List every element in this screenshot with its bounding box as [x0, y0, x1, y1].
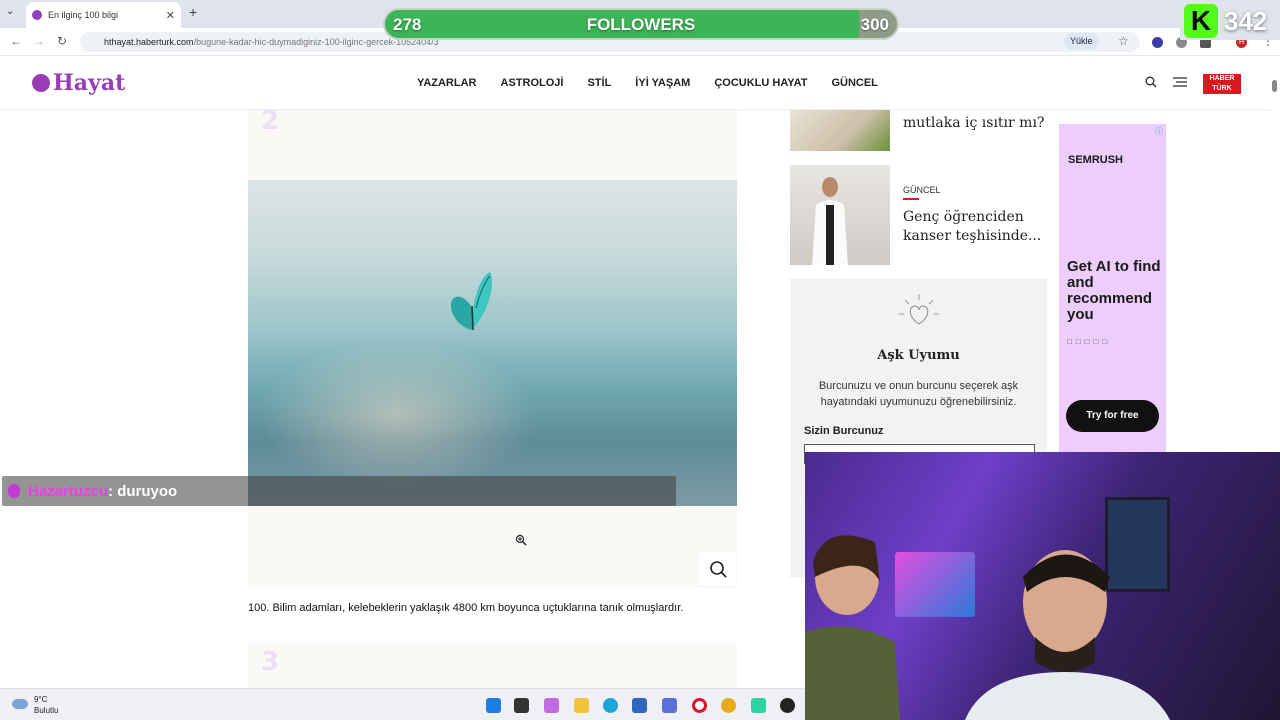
- chrome-icon[interactable]: [721, 698, 736, 713]
- ad-brand: SEMRUSH: [1068, 154, 1124, 166]
- edge-icon[interactable]: [603, 698, 618, 713]
- back-arrow-icon[interactable]: ←: [10, 34, 22, 48]
- sidebar-item-title[interactable]: mutlaka iç ısıtır mı?: [903, 114, 1044, 133]
- app-icon[interactable]: [662, 698, 677, 713]
- item-number: 2: [261, 106, 280, 136]
- cloud-icon: [12, 699, 28, 709]
- stream-chat-message: Hazartuzcu : duruyoo: [2, 476, 676, 506]
- menu-item-cocuklu-hayat[interactable]: ÇOCUKLU HAYAT: [714, 77, 807, 89]
- file-explorer-icon[interactable]: [574, 698, 589, 713]
- zoom-cursor-icon: [515, 534, 527, 549]
- store-icon[interactable]: [632, 698, 647, 713]
- start-windows-icon[interactable]: [486, 698, 501, 713]
- sign-select-label: Sizin Burcunuz: [804, 425, 884, 437]
- app-icon[interactable]: [780, 698, 795, 713]
- menu-item-stil[interactable]: STİL: [587, 77, 611, 89]
- tab-list-chevron-icon[interactable]: ⌄: [6, 6, 14, 17]
- item-number: 3: [261, 647, 280, 677]
- search-icon[interactable]: [1145, 76, 1157, 91]
- scrollbar-thumb[interactable]: [1272, 80, 1277, 92]
- forward-arrow-icon[interactable]: →: [33, 34, 45, 48]
- site-logo[interactable]: Hayat: [32, 70, 125, 96]
- category-underline: [903, 198, 919, 200]
- sidebar-item-title-line-2[interactable]: kanser teşhisinde...: [903, 227, 1041, 246]
- app-icon[interactable]: [751, 698, 766, 713]
- image-footer: [248, 506, 737, 588]
- followers-goal-bar: 278 FOLLOWERS 300: [383, 8, 899, 40]
- menu-item-iyi-yasam[interactable]: İYİ YAŞAM: [635, 77, 690, 89]
- os-taskbar: 9°C Bulutlu: [0, 688, 805, 720]
- main-menu: YAZARLAR ASTROLOJİ STİL İYİ YAŞAM ÇOCUKL…: [417, 77, 878, 89]
- webcam-feed: [805, 452, 1280, 720]
- adchoices-icon[interactable]: ⓘ: [1155, 126, 1163, 137]
- weather-condition: Bulutlu: [34, 706, 59, 715]
- badge-line-2: TÜRK: [1212, 85, 1232, 92]
- url-host: hthayat.haberturk.com: [104, 37, 194, 47]
- install-button[interactable]: Yükle: [1064, 33, 1099, 50]
- menu-item-guncel[interactable]: GÜNCEL: [831, 77, 877, 89]
- sidebar-thumb-student[interactable]: [790, 165, 890, 265]
- image-light: [258, 340, 538, 490]
- followers-label: FOLLOWERS: [586, 15, 696, 34]
- opera-icon[interactable]: [692, 698, 707, 713]
- menu-item-yazarlar[interactable]: YAZARLAR: [417, 77, 477, 89]
- sidebar-category[interactable]: GÜNCEL: [903, 185, 941, 195]
- logo-mark-icon: [32, 74, 50, 92]
- image-zoom-button[interactable]: [700, 552, 736, 586]
- tab-title: En ilginç 100 bilgi: [48, 10, 119, 20]
- item-number-box: 3: [248, 643, 737, 688]
- reload-icon[interactable]: ↻: [57, 34, 67, 48]
- followers-goal: 300: [860, 15, 889, 34]
- badge-line-1: HABER: [1209, 75, 1235, 82]
- sidebar-item-title-line-1[interactable]: Genç öğrenciden: [903, 208, 1024, 227]
- advertisement[interactable]: ⓘ SEMRUSH Get AI to find and recommend y…: [1059, 124, 1166, 452]
- task-view-icon[interactable]: [514, 698, 529, 713]
- chat-text: : duruyoo: [108, 482, 178, 500]
- bookmark-star-icon[interactable]: ☆: [1118, 34, 1129, 48]
- logo-text: Hayat: [53, 70, 126, 96]
- ad-cta-button[interactable]: Try for free: [1066, 400, 1159, 432]
- kick-logo-icon: K: [1184, 4, 1218, 38]
- fact-text: 100. Bilim adamları, kelebeklerin yaklaş…: [248, 602, 684, 614]
- hamburger-menu-icon[interactable]: [1173, 76, 1187, 91]
- ad-icons: □□□□□: [1067, 337, 1112, 346]
- ad-headline: Get AI to find and recommend you: [1067, 258, 1161, 323]
- tab-favicon-icon: [32, 10, 42, 20]
- butterfly-image: [450, 272, 492, 331]
- kick-counter: K 342: [1180, 2, 1280, 40]
- copilot-icon[interactable]: [544, 698, 559, 713]
- weather-temp: 9°C: [34, 695, 48, 704]
- kick-count: 342: [1224, 6, 1268, 36]
- widget-title: Aşk Uyumu: [877, 348, 960, 363]
- extension-icon[interactable]: [1152, 37, 1163, 48]
- chat-user-icon: [8, 484, 20, 498]
- browser-tab[interactable]: En ilginç 100 bilgi ✕: [26, 2, 181, 28]
- item-number-box: 2: [248, 106, 737, 180]
- streamer-person-left: [805, 535, 900, 720]
- streamer-person-right: [965, 550, 1170, 720]
- new-tab-button[interactable]: +: [189, 4, 197, 20]
- tab-close-icon[interactable]: ✕: [166, 9, 175, 22]
- article-image[interactable]: [248, 180, 737, 506]
- chat-username: Hazartuzcu: [28, 482, 109, 500]
- site-header: Hayat YAZARLAR ASTROLOJİ STİL İYİ YAŞAM …: [0, 56, 1270, 110]
- sidebar-thumb-food[interactable]: [790, 110, 890, 151]
- menu-item-astroloji[interactable]: ASTROLOJİ: [501, 77, 564, 89]
- haberturk-badge[interactable]: HABER TÜRK: [1203, 74, 1241, 94]
- heart-sparkle-icon: [899, 294, 939, 325]
- widget-description: Burcunuzu ve onun burcunu seçerek aşk ha…: [818, 380, 1019, 408]
